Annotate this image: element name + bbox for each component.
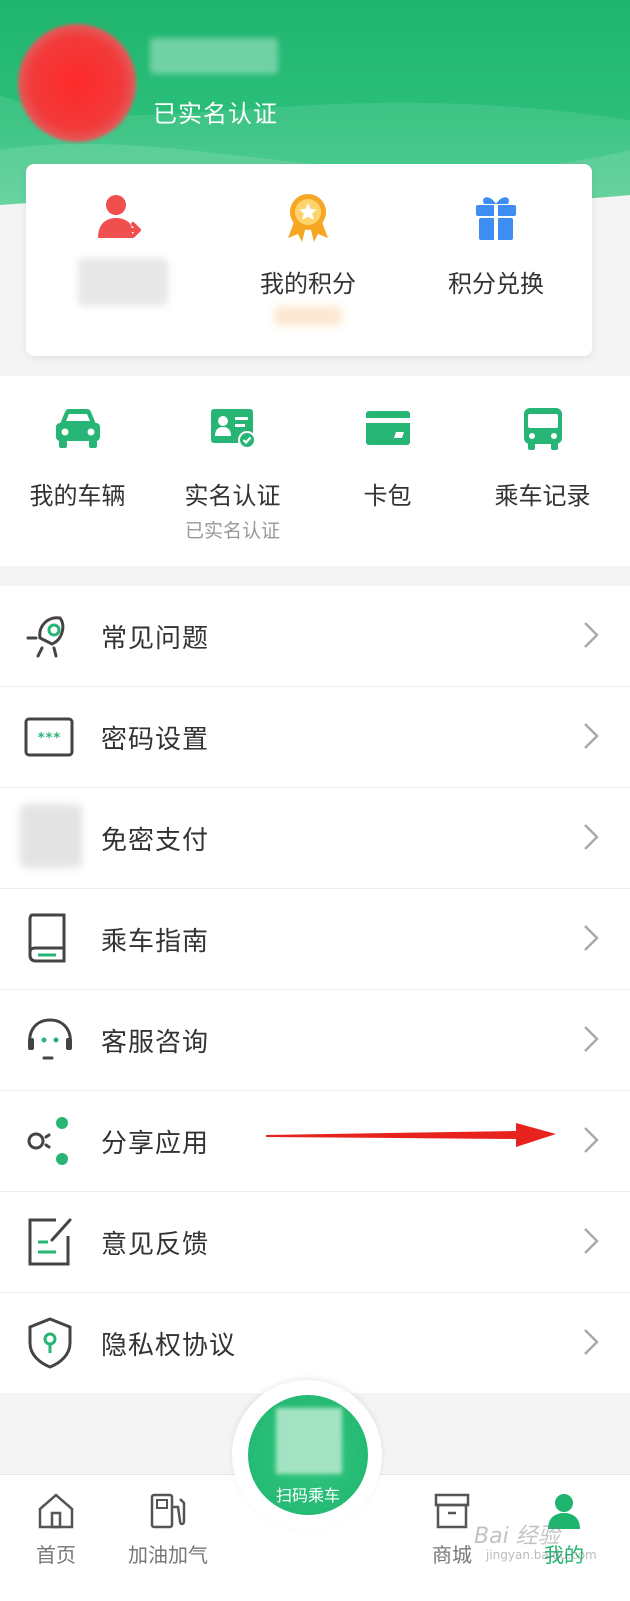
tab-label: 加油加气: [128, 1543, 208, 1567]
menu-item-label: 隐私权协议: [101, 1331, 237, 1361]
shortcut-real-name-auth[interactable]: 实名认证 已实名认证: [155, 376, 310, 566]
verified-status: 已实名认证: [153, 100, 278, 128]
ride-records-label: 乘车记录: [494, 482, 591, 510]
menu-item-label: 密码设置: [101, 725, 210, 755]
points-card: 我的积分 积分兑换: [26, 164, 592, 356]
account-value-blurred: [78, 258, 168, 306]
car-icon: [55, 409, 100, 448]
avatar[interactable]: [18, 24, 136, 142]
card-wallet-label: 卡包: [363, 482, 412, 510]
card-item-account[interactable]: [26, 164, 214, 356]
chevron-right-icon: [584, 824, 599, 850]
customer-service-icon: [28, 1018, 72, 1060]
menu-item-password-settings[interactable]: *** 密码设置: [0, 687, 630, 788]
menu-item-feedback[interactable]: 意见反馈: [0, 1192, 630, 1293]
medal-icon: [288, 194, 328, 242]
card-item-points-exchange[interactable]: 积分兑换: [402, 164, 590, 356]
chevron-right-icon: [584, 1329, 599, 1355]
real-name-auth-label: 实名认证: [184, 482, 281, 510]
real-name-auth-status: 已实名认证: [184, 520, 280, 542]
chevron-right-icon: [584, 622, 599, 648]
annotation-arrow: [266, 1123, 556, 1147]
feedback-icon: [28, 1218, 72, 1266]
my-vehicles-label: 我的车辆: [29, 482, 126, 510]
user-transfer-icon: [98, 195, 141, 238]
gift-icon: [476, 197, 516, 240]
svg-text:***: ***: [37, 731, 61, 746]
bus-icon: [523, 408, 562, 450]
scan-to-ride-label: 扫码乘车: [275, 1486, 340, 1505]
card-wallet-icon: [365, 411, 410, 445]
username-blurred: [150, 38, 278, 74]
menu-item-label: 分享应用: [101, 1129, 210, 1159]
watermark-url: jingyan.baidu.com: [486, 1548, 597, 1562]
chevron-right-icon: [584, 1026, 599, 1052]
password-icon: ***: [24, 717, 74, 757]
card-item-my-points[interactable]: 我的积分: [214, 164, 402, 356]
faq-icon: [26, 616, 65, 658]
share-icon: [27, 1117, 68, 1165]
tab-label: 首页: [36, 1543, 76, 1567]
points-value-blurred: [274, 306, 342, 326]
home-icon: [38, 1493, 74, 1529]
id-card-icon: [210, 409, 256, 449]
blurred-icon: [20, 804, 82, 868]
shortcut-card-wallet[interactable]: 卡包: [310, 376, 465, 566]
menu-item-password-free-payment[interactable]: 免密支付: [0, 788, 630, 889]
qr-code-icon: [276, 1408, 342, 1474]
menu-item-label: 乘车指南: [101, 927, 210, 957]
gas-station-icon: [150, 1493, 186, 1529]
privacy-shield-icon: [28, 1317, 72, 1369]
tab-gas-station[interactable]: 加油加气: [118, 1475, 218, 1601]
menu-item-label: 客服咨询: [101, 1028, 210, 1058]
chevron-right-icon: [584, 1228, 599, 1254]
tab-home[interactable]: 首页: [6, 1475, 106, 1601]
shortcut-grid: 我的车辆 实名认证 已实名认证 卡包 乘车记录: [0, 376, 630, 566]
points-exchange-label: 积分兑换: [448, 270, 544, 298]
chevron-right-icon: [584, 723, 599, 749]
menu-item-label: 常见问题: [101, 624, 210, 654]
shortcut-my-vehicles[interactable]: 我的车辆: [0, 376, 155, 566]
menu-item-ride-guide[interactable]: 乘车指南: [0, 889, 630, 990]
menu-item-customer-service[interactable]: 客服咨询: [0, 990, 630, 1091]
shortcut-ride-records[interactable]: 乘车记录: [465, 376, 620, 566]
watermark: Bai 经验: [474, 1524, 560, 1549]
store-icon: [434, 1493, 470, 1529]
my-points-label: 我的积分: [260, 270, 356, 298]
chevron-right-icon: [584, 925, 599, 951]
settings-menu-list: 常见问题 *** 密码设置 免密支付 乘车指南 客服咨询 分享应用 意见反馈 隐…: [0, 586, 630, 1393]
menu-item-privacy-agreement[interactable]: 隐私权协议: [0, 1293, 630, 1393]
chevron-right-icon[interactable]: [582, 1125, 600, 1155]
menu-item-faq[interactable]: 常见问题: [0, 586, 630, 687]
menu-item-label: 免密支付: [101, 826, 210, 856]
guide-book-icon: [28, 913, 66, 963]
menu-item-label: 意见反馈: [101, 1230, 210, 1260]
